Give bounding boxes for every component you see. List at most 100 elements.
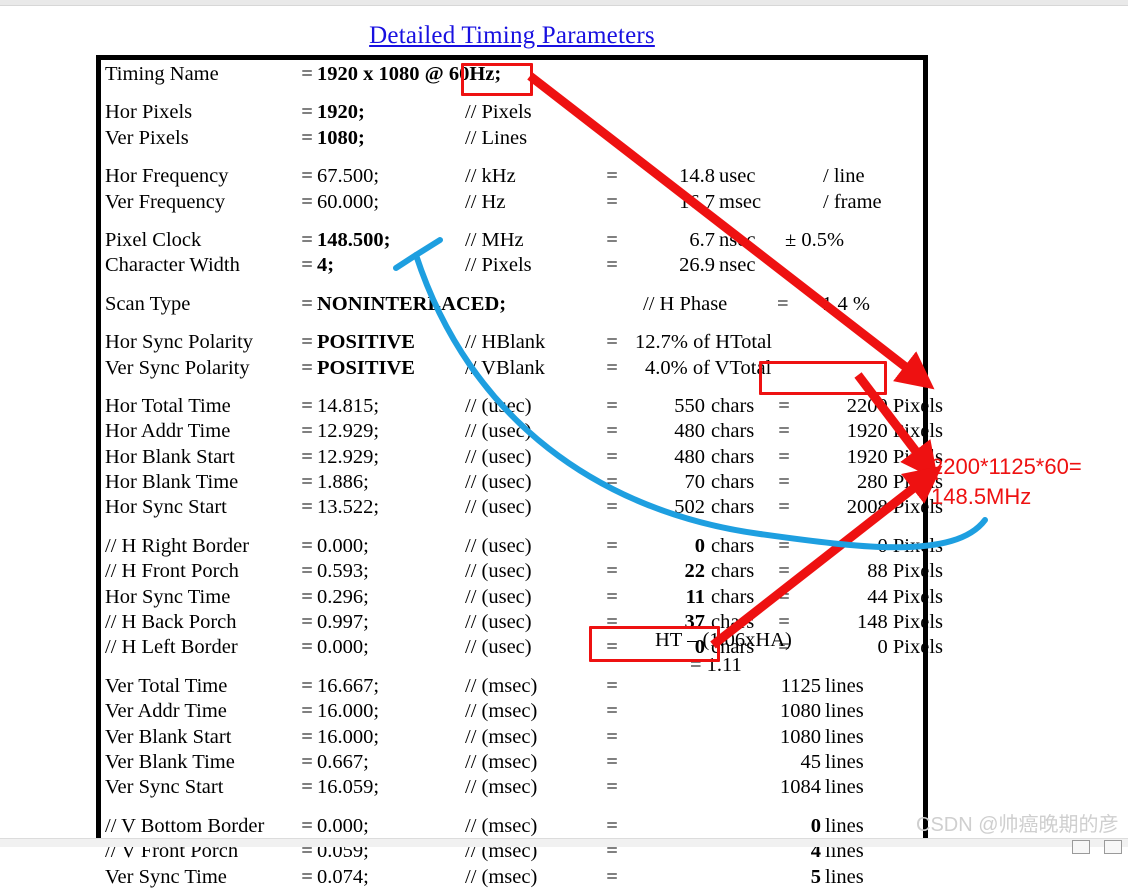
equals-sign: = — [301, 496, 313, 519]
chars-label: chars — [711, 394, 755, 417]
label-ver-sync-time: Ver Sync Time — [105, 865, 227, 888]
pixels-h-front-porch: 88 Pixels — [867, 560, 943, 583]
derived-unit-character-width: nsec — [719, 254, 756, 277]
equals-sign: = — [606, 700, 618, 723]
value-ver-pixels: 1080; — [317, 126, 365, 149]
derived-unit-pixel-clock: nsec — [719, 228, 756, 251]
lines-ver-sync-time: 5 — [810, 865, 821, 888]
chars-hor-total-time: 550 — [674, 394, 705, 417]
unit-h-back-porch: // (usec) — [465, 611, 532, 634]
equals-sign: = — [301, 445, 313, 468]
equals-sign: = — [778, 534, 790, 557]
value-h-phase: 1.4 % — [822, 292, 870, 315]
equals-sign: = — [301, 331, 313, 354]
value-ver-sync-polarity: POSITIVE — [317, 356, 415, 379]
highlight-box-2200-pixels — [759, 361, 887, 395]
chars-hor-blank-time: 70 — [684, 471, 706, 494]
pixel-clock-tolerance: ± 0.5% — [785, 228, 845, 251]
unit-ver-blank-start: // (msec) — [465, 725, 538, 748]
highlight-box-1125-lines — [589, 626, 720, 662]
unit-vblank: // VBlank — [465, 356, 545, 379]
value-hor-total-time: 14.815; — [317, 394, 380, 417]
unit-h-front-porch: // (usec) — [465, 560, 532, 583]
annotation-calculation: 2200*1125*60= 148.5MHz — [931, 452, 1082, 512]
row-hor-sync-start: Hor Sync Start = 13.522; // (usec) = 502… — [105, 495, 943, 520]
equals-sign: = — [778, 585, 790, 608]
viewer-top-strip — [0, 0, 1128, 6]
pixels-h-back-porch: 148 Pixels — [857, 611, 943, 634]
unit-hor-blank-time: // (usec) — [465, 471, 532, 494]
equals-sign: = — [606, 750, 618, 773]
equals-sign: = — [778, 394, 790, 417]
equals-sign: = — [301, 420, 313, 443]
equals-sign: = — [301, 292, 313, 315]
label-pixel-clock: Pixel Clock — [105, 228, 202, 251]
value-ver-total-time: 16.667; — [317, 674, 380, 697]
value-hor-blank-time: 1.886; — [317, 471, 369, 494]
label-hor-blank-time: Hor Blank Time — [105, 471, 239, 494]
lines-ver-addr-time: 1080 — [780, 700, 821, 723]
chars-h-right-border: 0 — [694, 534, 705, 557]
chars-label: chars — [711, 420, 755, 443]
equals-sign: = — [301, 611, 313, 634]
label-h-front-porch: // H Front Porch — [105, 560, 239, 583]
bottom-control-right[interactable] — [1104, 840, 1122, 854]
label-timing-name: Timing Name — [105, 63, 219, 85]
unit-hor-sync-time: // (usec) — [465, 585, 532, 608]
lines-ver-total-time: 1125 — [780, 674, 821, 697]
equals-sign: = — [301, 63, 313, 85]
equals-sign: = — [301, 356, 313, 379]
derived-hor-frequency: 14.8 — [679, 165, 715, 188]
equals-sign: = — [301, 674, 313, 697]
row-ver-sync-start: Ver Sync Start = 16.059; // (msec) = 108… — [105, 775, 925, 800]
pixels-h-right-border: 0 Pixels — [877, 534, 944, 557]
row-hor-addr-time: Hor Addr Time = 12.929; // (usec) = 480 … — [105, 419, 943, 444]
derived-pixel-clock: 6.7 — [689, 228, 715, 251]
watermark: CSDN @帅癌晚期的彦 — [916, 814, 1119, 836]
equals-sign: = — [606, 356, 618, 379]
row-hor-blank-start: Hor Blank Start = 12.929; // (usec) = 48… — [105, 445, 943, 470]
chars-hor-sync-time: 11 — [685, 585, 705, 608]
label-hor-total-time: Hor Total Time — [105, 394, 231, 417]
label-ver-sync-polarity: Ver Sync Polarity — [105, 356, 250, 379]
equals-sign: = — [301, 190, 313, 213]
equals-sign: = — [606, 674, 618, 697]
equals-sign: = — [778, 420, 790, 443]
equals-sign: = — [301, 560, 313, 583]
bottom-control-left[interactable] — [1072, 840, 1090, 854]
equals-sign: = — [301, 776, 313, 799]
value-character-width: 4; — [317, 254, 335, 277]
value-scan-type: NONINTERLACED; — [317, 292, 507, 315]
timing-parameter-list: Timing Name = 1920 x 1080 @ 60Hz; Hor Pi… — [105, 62, 943, 890]
chars-hor-addr-time: 480 — [674, 420, 705, 443]
pixels-hor-blank-time: 280 Pixels — [857, 471, 943, 494]
value-h-front-porch: 0.593; — [317, 560, 369, 583]
value-hor-blank-start: 12.929; — [317, 445, 380, 468]
label-ver-total-time: Ver Total Time — [105, 674, 228, 697]
unit-hblank: // HBlank — [465, 331, 546, 354]
unit-character-width: // Pixels — [465, 254, 532, 277]
unit-hor-pixels: // Pixels — [465, 101, 532, 124]
equals-sign: = — [301, 228, 313, 251]
equals-sign: = — [301, 750, 313, 773]
per-unit-ver-frequency: / frame — [823, 190, 882, 213]
pixels-hor-blank-start: 1920 Pixels — [846, 445, 943, 468]
label-hor-sync-time: Hor Sync Time — [105, 585, 231, 608]
equals-sign: = — [301, 126, 313, 149]
page-root: Detailed Timing Parameters Timing Name =… — [0, 0, 1128, 888]
value-pixel-clock: 148.500; — [317, 228, 391, 251]
pixels-hor-total-time: 2200 Pixels — [846, 394, 943, 417]
pixels-h-left-border: 0 Pixels — [877, 636, 944, 659]
lines-label: lines — [825, 725, 864, 748]
label-v-bottom-border: // V Bottom Border — [105, 814, 265, 837]
unit-hor-addr-time: // (usec) — [465, 420, 532, 443]
label-hor-pixels: Hor Pixels — [105, 101, 193, 124]
lines-ver-blank-start: 1080 — [780, 725, 821, 748]
label-hor-frequency: Hor Frequency — [105, 165, 229, 188]
pixels-hor-addr-time: 1920 Pixels — [846, 420, 943, 443]
row-hor-pixels: Hor Pixels = 1920; // Pixels — [105, 100, 925, 125]
chars-hor-blank-start: 480 — [674, 445, 705, 468]
equals-sign: = — [606, 814, 618, 837]
value-hor-frequency: 67.500; — [317, 165, 380, 188]
pixels-hor-sync-time: 44 Pixels — [867, 585, 943, 608]
